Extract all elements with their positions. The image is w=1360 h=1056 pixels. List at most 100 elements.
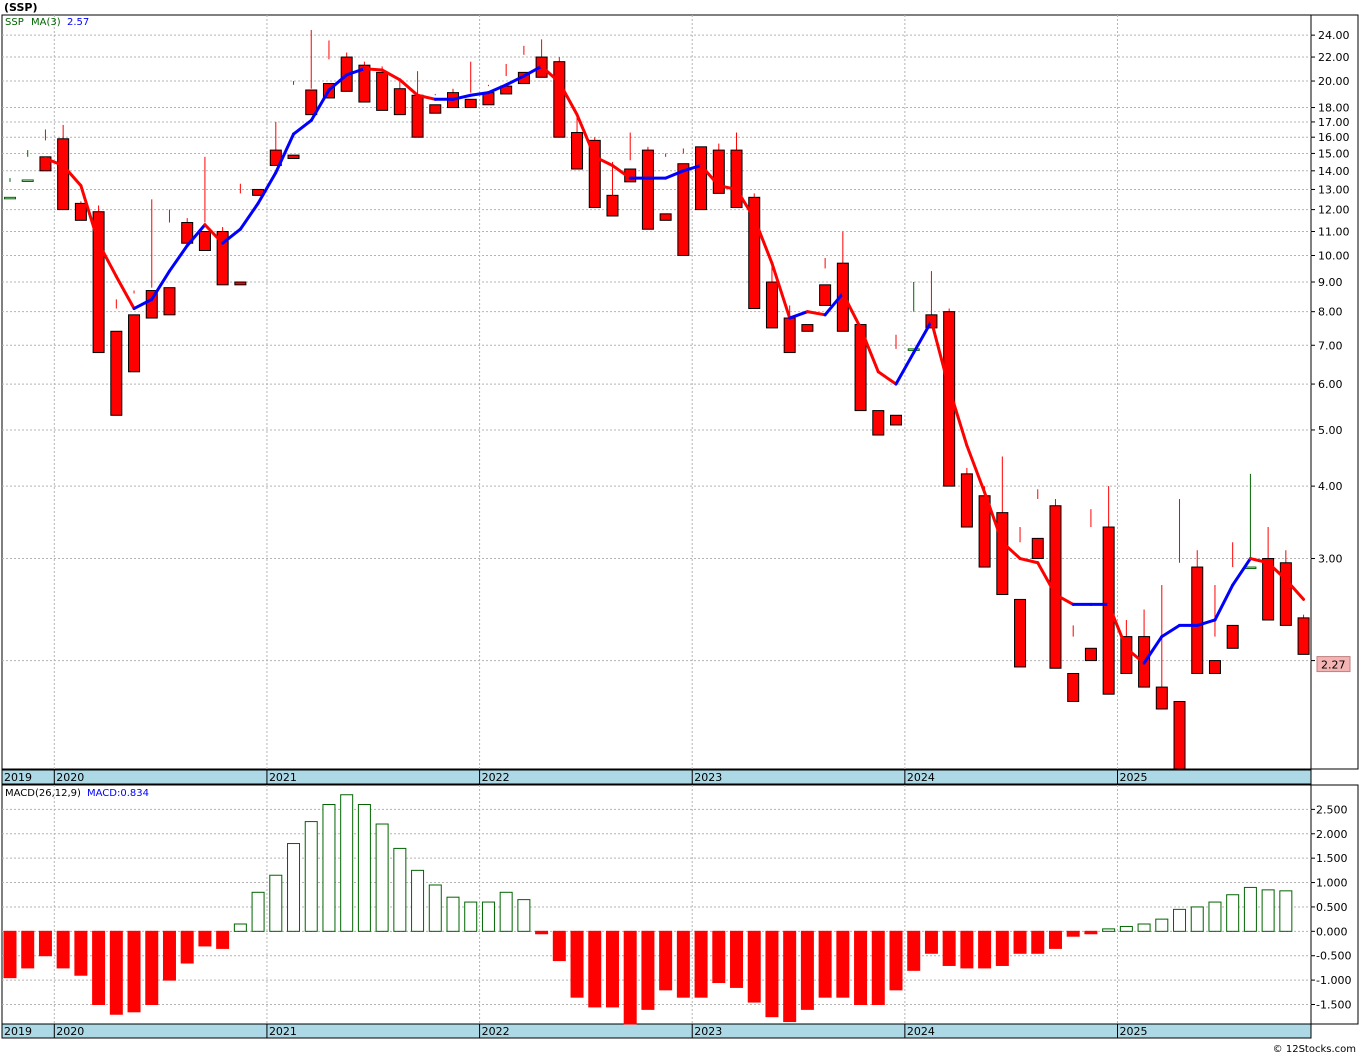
year-label: 2023 [694, 771, 722, 784]
macd-bar-positive [1208, 901, 1222, 932]
macd-tick-label: 0.000 [1316, 925, 1348, 938]
macd-bar-negative [198, 930, 212, 947]
macd-bar-negative [765, 930, 779, 1018]
macd-bar-positive [1261, 889, 1275, 932]
macd-bar-negative [21, 930, 35, 969]
candle-down [641, 146, 654, 230]
macd-bar-positive [1119, 925, 1133, 932]
year-label: 2019 [4, 771, 32, 784]
macd-bar-negative [623, 930, 637, 1025]
macd-bar-negative [216, 930, 230, 949]
candle-body [996, 512, 1009, 596]
candle-body [1297, 617, 1310, 655]
macd-bar-negative [552, 930, 566, 962]
macd-bar-negative [1048, 930, 1062, 949]
macd-bar-positive [322, 804, 336, 932]
candle-body [1084, 647, 1097, 662]
macd-bar-negative [145, 930, 159, 1005]
candle-down [978, 486, 991, 568]
macd-bar-negative [1031, 930, 1045, 954]
candle-body [110, 330, 123, 416]
year-label: 2020 [56, 771, 84, 784]
macd-bar-positive [357, 804, 371, 932]
candle-body [128, 314, 141, 373]
macd-bar-negative [942, 930, 956, 966]
price-tick-label: 16.00 [1318, 131, 1350, 144]
candle-body [1067, 672, 1080, 702]
candle-body [571, 132, 584, 170]
price-plot-frame [1, 14, 1312, 770]
year-label-bottom: 2023 [694, 1025, 722, 1038]
candle-body [819, 284, 832, 306]
candle-body [606, 194, 619, 217]
macd-tick-label: -1.000 [1316, 974, 1351, 987]
macd-bar-positive [1173, 908, 1187, 932]
macd-bar-positive [517, 899, 531, 932]
candle-body [376, 71, 389, 111]
year-label-bottom: 2021 [269, 1025, 297, 1038]
year-label: 2025 [1120, 771, 1148, 784]
macd-plot-frame [1, 784, 1312, 1025]
macd-tick-label: 2.500 [1316, 803, 1348, 816]
candle-down [1297, 614, 1310, 655]
macd-bar-negative [960, 930, 974, 969]
candle-body [1173, 700, 1186, 770]
ticker-title: (SSP) [4, 1, 37, 14]
candle-body [677, 163, 690, 256]
candle-body [765, 281, 778, 329]
macd-bar-negative [659, 930, 673, 991]
macd-tick-label: -1.500 [1316, 998, 1351, 1011]
macd-bar-negative [162, 930, 176, 981]
macd-bar-negative [871, 930, 885, 1005]
macd-bar-negative [836, 930, 850, 998]
macd-bar-negative [588, 930, 602, 1008]
macd-tick-label: 2.000 [1316, 828, 1348, 841]
candle-body [783, 317, 796, 354]
candle-body [1226, 624, 1239, 649]
macd-bar-negative [56, 930, 70, 969]
macd-bar-positive [411, 869, 425, 932]
price-tick-label: 15.00 [1318, 147, 1350, 160]
macd-bar-negative [907, 930, 921, 971]
price-tick-label: 18.00 [1318, 102, 1350, 115]
year-label: 2021 [269, 771, 297, 784]
candle-down [553, 57, 566, 138]
macd-bar-negative [180, 930, 194, 964]
macd-bar-negative [605, 930, 619, 1008]
price-panel: 24.00 22.00 20.00 18.0017.00 16.00 15.00 14.00… [1, 14, 1359, 785]
candle-body [1208, 660, 1221, 674]
macd-bar-negative [783, 930, 797, 1023]
year-label-bottom: 2024 [907, 1025, 935, 1038]
macd-legend-label: MACD(26,12,9) [5, 788, 81, 799]
candle-body [464, 98, 477, 109]
candle-body [429, 104, 442, 114]
candle-body [57, 138, 70, 211]
macd-bar-positive [446, 896, 460, 932]
candle-body [393, 88, 406, 116]
macd-bar-negative [676, 930, 690, 998]
macd-bar-positive [464, 901, 478, 932]
candle-body [641, 149, 654, 230]
macd-bar-negative [1084, 930, 1098, 935]
macd-bar-positive [340, 794, 354, 932]
price-tick-label: 12.00 [1318, 204, 1350, 217]
macd-bar-negative [74, 930, 88, 976]
macd-bar-positive [1279, 890, 1293, 932]
macd-bar-negative [127, 930, 141, 1013]
macd-bar-negative [3, 930, 17, 979]
candle-down [960, 467, 973, 528]
candle-body [801, 324, 814, 332]
price-tick-label: 8.00 [1318, 306, 1343, 319]
candle-body [1244, 566, 1257, 570]
macd-bar-negative [800, 930, 814, 1010]
macd-bar-positive [393, 847, 407, 932]
macd-bar-negative [818, 930, 832, 998]
macd-bar-positive [375, 823, 389, 932]
last-price-label: 2.27 [1321, 659, 1346, 672]
macd-tick-label: -0.500 [1316, 950, 1351, 963]
macd-bar-negative [978, 930, 992, 969]
legend-ticker: SSP [5, 17, 24, 28]
macd-bar-positive [1155, 918, 1169, 932]
macd-tick-label: 1.500 [1316, 852, 1348, 865]
macd-bar-negative [694, 930, 708, 998]
